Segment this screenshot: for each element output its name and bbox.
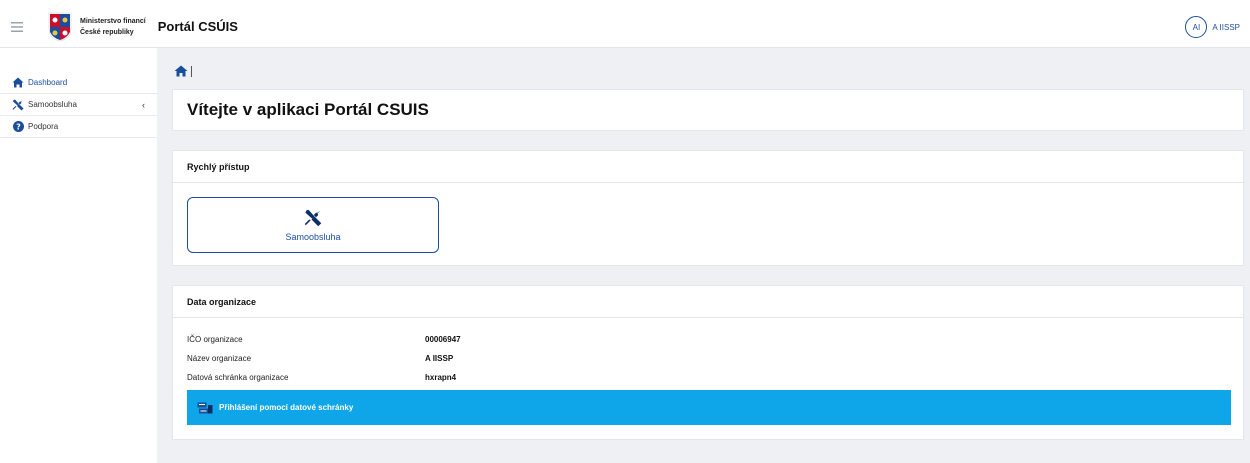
sidebar-item-samoobsluha[interactable]: Samoobsluha ‹: [0, 94, 157, 116]
data-box-login-label: Přihlášení pomocí datové schránky: [219, 403, 354, 412]
user-name[interactable]: A IISSP: [1212, 23, 1240, 32]
page-title: Vítejte v aplikaci Portál CSUIS: [187, 100, 429, 119]
sidebar-item-podpora[interactable]: ? Podpora: [0, 116, 157, 138]
top-bar: Ministerstvo financí České republiky Por…: [0, 6, 1250, 48]
svg-text:?: ?: [16, 122, 21, 131]
sidebar-item-label: Dashboard: [28, 78, 68, 87]
field-label: Datová schránka organizace: [187, 373, 289, 382]
breadcrumb-separator: [191, 65, 192, 77]
quick-button-label: Samoobsluha: [285, 231, 341, 242]
field-value: hxrapn4: [425, 373, 457, 382]
field-label: IČO organizace: [187, 335, 243, 344]
quick-access-title: Rychlý přístup: [173, 151, 1243, 183]
sidebar-item-dashboard[interactable]: Dashboard: [0, 72, 157, 94]
coat-of-arms-icon: [48, 12, 72, 41]
list-item: Datová schránka organizace hxrapn4: [187, 368, 461, 387]
menu-toggle-button[interactable]: [0, 6, 34, 48]
home-icon: [12, 77, 24, 89]
field-value: 00006947: [425, 335, 461, 344]
ministry-logo[interactable]: Ministerstvo financí České republiky: [34, 6, 146, 48]
breadcrumb: [174, 64, 192, 78]
data-box-icon: [197, 402, 213, 414]
hamburger-icon: [11, 21, 23, 32]
org-data-card: Data organizace IČO organizace 00006947 …: [172, 285, 1244, 440]
quick-access-card: Rychlý přístup Samoobsluha: [172, 150, 1244, 266]
help-icon: ?: [12, 121, 24, 133]
tools-icon: [304, 209, 322, 226]
data-box-login-button[interactable]: Přihlášení pomocí datové schránky: [187, 390, 1231, 425]
sidebar-item-label: Samoobsluha: [28, 100, 77, 109]
app-title: Portál CSÚIS: [157, 19, 238, 34]
welcome-card: Vítejte v aplikaci Portál CSUIS: [172, 89, 1244, 131]
user-menu[interactable]: AI A IISSP: [1185, 16, 1240, 38]
org-data-title: Data organizace: [173, 286, 1243, 318]
samoobsluha-quick-button[interactable]: Samoobsluha: [187, 197, 439, 253]
sidebar-item-label: Podpora: [28, 122, 59, 131]
avatar[interactable]: AI: [1185, 16, 1208, 38]
home-icon[interactable]: [174, 65, 188, 77]
field-label: Název organizace: [187, 354, 252, 363]
field-value: A IISSP: [425, 354, 454, 363]
sidebar: Dashboard Samoobsluha ‹ ? Podpora: [0, 48, 157, 463]
tools-icon: [12, 99, 24, 111]
org-data-list: IČO organizace 00006947 Název organizace…: [187, 330, 461, 387]
ministry-name-line1: Ministerstvo financí: [80, 17, 146, 25]
chevron-left-icon[interactable]: ‹: [142, 100, 145, 110]
list-item: Název organizace A IISSP: [187, 349, 461, 368]
main-content: Vítejte v aplikaci Portál CSUIS Rychlý p…: [157, 48, 1250, 463]
list-item: IČO organizace 00006947: [187, 330, 461, 349]
ministry-name-line2: České republiky: [80, 28, 134, 36]
